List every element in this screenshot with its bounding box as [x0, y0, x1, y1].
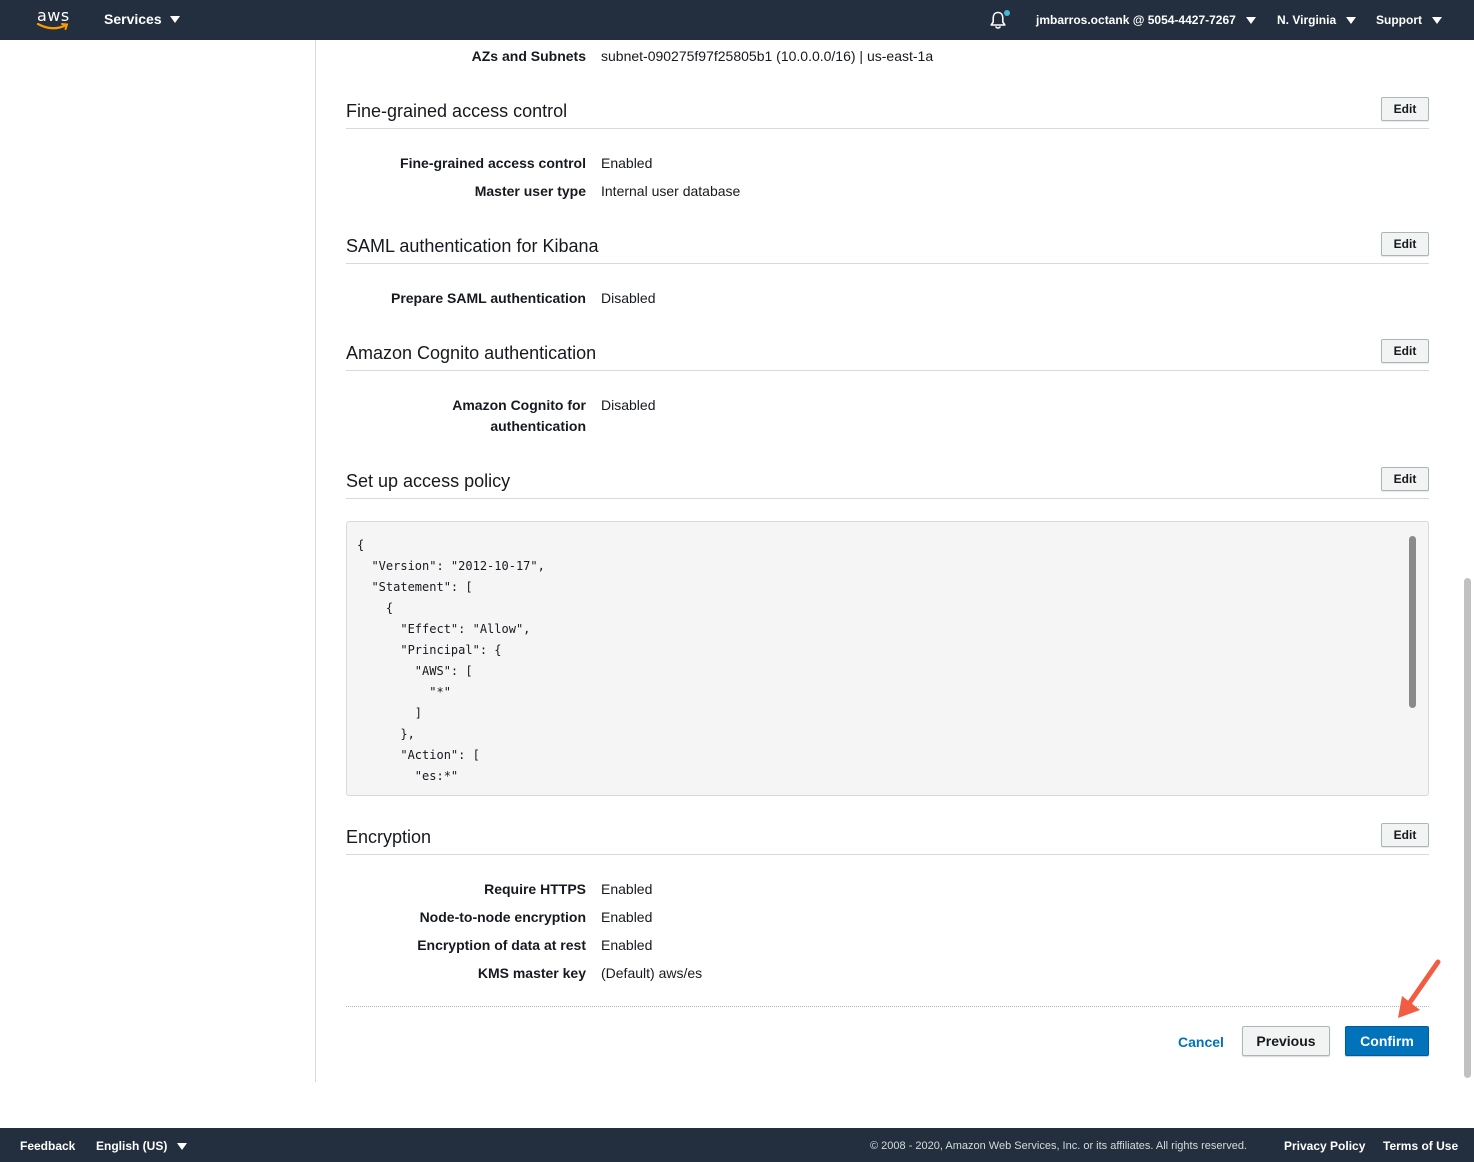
field-label: Master user type [474, 183, 586, 199]
section-encryption: Encryption Edit [346, 819, 1429, 855]
field-value: Disabled [601, 397, 656, 413]
copyright-text: © 2008 - 2020, Amazon Web Services, Inc.… [870, 1140, 1247, 1152]
notification-dot [1004, 10, 1010, 16]
field-value: Enabled [601, 909, 653, 925]
label-line: Amazon Cognito for [452, 397, 586, 413]
section-title: Encryption [346, 827, 432, 847]
field-value: Internal user database [601, 183, 741, 199]
section-title: SAML authentication for Kibana [346, 236, 599, 256]
cancel-button[interactable]: Cancel [1171, 1028, 1231, 1056]
field-label: Amazon Cognito for authentication [346, 395, 586, 437]
actions-divider [346, 1006, 1429, 1007]
edit-fine-grained-button[interactable]: Edit [1381, 97, 1429, 121]
policy-scrollbar[interactable] [1409, 536, 1416, 708]
field-label: Require HTTPS [484, 881, 586, 897]
policy-json: { "Version": "2012-10-17", "Statement": … [357, 538, 545, 783]
top-navigation-bar: aws Services jmbarros.octank @ 5054-4427… [0, 0, 1474, 40]
footer-bar: Feedback English (US) © 2008 - 2020, Ama… [0, 1128, 1474, 1162]
region-label: N. Virginia [1277, 13, 1337, 27]
sidebar-divider [315, 40, 316, 1082]
field-value: Enabled [601, 155, 653, 171]
smile-arrow-icon [36, 22, 69, 30]
caret-down-icon [1245, 16, 1256, 24]
aws-logo[interactable]: aws [36, 6, 72, 34]
field-value: Enabled [601, 881, 653, 897]
language-selector[interactable]: English (US) [96, 1139, 188, 1153]
services-label: Services [104, 11, 162, 27]
field-label: Prepare SAML authentication [390, 290, 586, 306]
account-label: jmbarros.octank @ 5054-4427-7267 [1036, 13, 1236, 27]
confirm-button[interactable]: Confirm [1345, 1026, 1429, 1056]
label-line: authentication [490, 418, 586, 434]
edit-encryption-button[interactable]: Edit [1381, 823, 1429, 847]
previous-button[interactable]: Previous [1242, 1026, 1330, 1056]
caret-down-icon [169, 15, 180, 23]
section-title: Set up access policy [346, 471, 511, 491]
field-label: Fine-grained access control [400, 155, 586, 171]
privacy-policy-link[interactable]: Privacy Policy [1284, 1139, 1365, 1153]
azs-subnets-label: AZs and Subnets [471, 48, 586, 64]
edit-cognito-button[interactable]: Edit [1381, 339, 1429, 363]
caret-down-icon [1432, 16, 1442, 24]
section-access-policy: Set up access policy Edit [346, 463, 1429, 499]
section-title: Amazon Cognito authentication [346, 343, 597, 363]
support-label: Support [1376, 13, 1422, 27]
support-menu[interactable]: Support [1376, 13, 1442, 27]
terms-of-use-link[interactable]: Terms of Use [1383, 1139, 1458, 1153]
field-label: KMS master key [477, 965, 586, 981]
feedback-link[interactable]: Feedback [20, 1139, 75, 1153]
section-cognito-authentication: Amazon Cognito authentication Edit [346, 335, 1429, 371]
annotation-arrow-icon [1398, 959, 1441, 1018]
field-label: Encryption of data at rest [417, 937, 586, 953]
account-menu[interactable]: jmbarros.octank @ 5054-4427-7267 [1036, 13, 1256, 27]
section-fine-grained-access-control: Fine-grained access control Edit [346, 93, 1429, 129]
edit-saml-button[interactable]: Edit [1381, 232, 1429, 256]
edit-access-policy-button[interactable]: Edit [1381, 467, 1429, 491]
region-menu[interactable]: N. Virginia [1277, 13, 1357, 27]
field-value: Disabled [601, 290, 656, 306]
language-label: English (US) [96, 1139, 168, 1153]
services-menu[interactable]: Services [104, 11, 180, 27]
field-label: Node-to-node encryption [419, 909, 586, 925]
section-saml-authentication: SAML authentication for Kibana Edit [346, 228, 1429, 264]
page-scrollbar[interactable] [1464, 578, 1471, 1078]
field-value: Enabled [601, 937, 653, 953]
access-policy-editor[interactable]: { "Version": "2012-10-17", "Statement": … [346, 521, 1429, 796]
field-value: (Default) aws/es [601, 965, 703, 981]
caret-down-icon [177, 1142, 188, 1150]
caret-down-icon [1346, 16, 1357, 24]
section-title: Fine-grained access control [346, 101, 568, 121]
azs-subnets-value: subnet-090275f97f25805b1 (10.0.0.0/16) |… [601, 48, 934, 64]
